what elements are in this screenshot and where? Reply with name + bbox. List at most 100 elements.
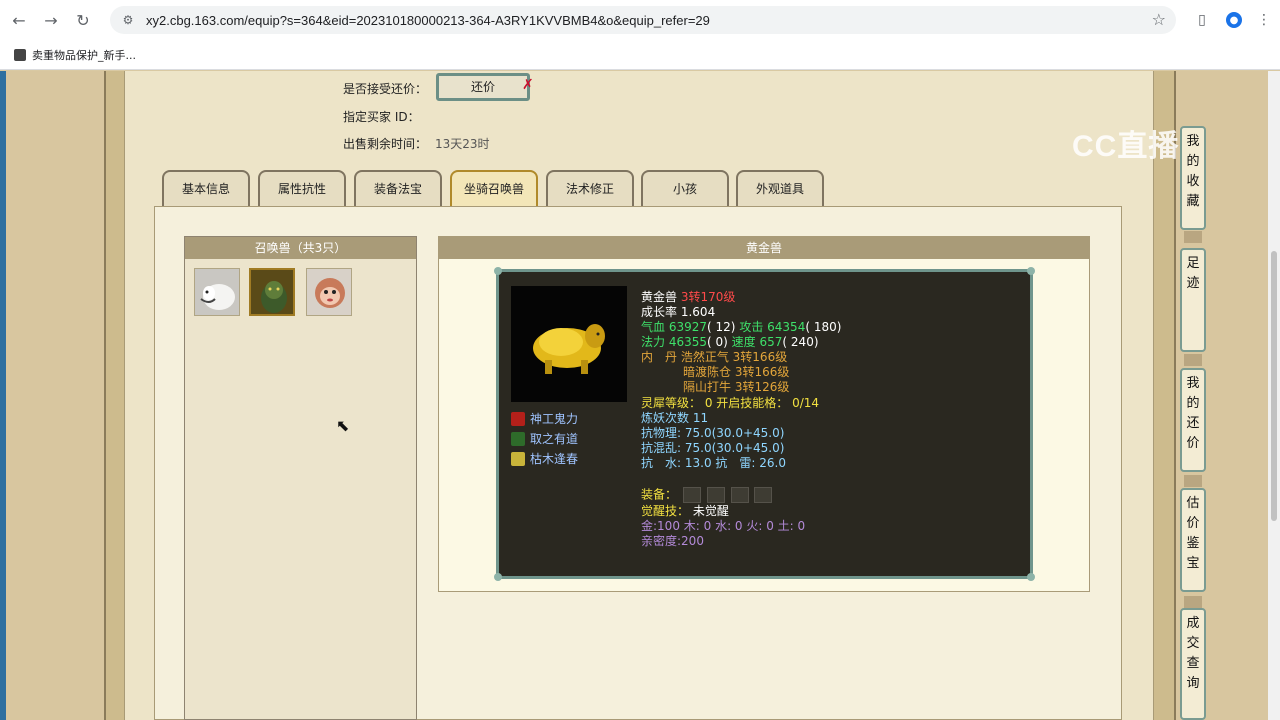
tab-mounts-pets[interactable]: 坐骑召唤兽 xyxy=(450,170,538,206)
hp-atk-line: 气血 63927( 12) 攻击 64354( 180) xyxy=(641,320,841,335)
mp-value: 46355 xyxy=(668,335,708,349)
equipment-slot[interactable] xyxy=(730,487,749,503)
forward-icon[interactable]: → xyxy=(38,7,64,33)
side-nav-favorites[interactable]: 我的收藏 xyxy=(1180,126,1206,230)
menu-icon[interactable]: ⋮ xyxy=(1252,8,1276,32)
url-text[interactable]: xy2.cbg.163.com/equip?s=364&eid=20231018… xyxy=(146,13,710,28)
inner-dan-line: 内 丹 浩然正气 3转166级 xyxy=(641,350,787,365)
skill-name: 取之有道 xyxy=(530,432,579,446)
side-nav-spacer xyxy=(1184,596,1202,608)
tab-equipment[interactable]: 装备法宝 xyxy=(354,170,442,206)
skill-name: 神工鬼力 xyxy=(530,412,579,426)
atk-extra: ( 180) xyxy=(805,320,842,334)
spd-extra: ( 240) xyxy=(782,335,819,349)
page-left-border xyxy=(0,71,6,720)
tab-attributes[interactable]: 属性抗性 xyxy=(258,170,346,206)
awaken-value: 未觉醒 xyxy=(692,504,729,518)
bookmark-item[interactable]: 卖重物品保护_新手... xyxy=(14,47,136,63)
hp-label: 气血 xyxy=(641,320,666,334)
pet-skill[interactable]: 取之有道 xyxy=(511,430,578,447)
intimacy-line: 亲密度:200 xyxy=(641,534,704,548)
growth-label: 成长率 xyxy=(641,305,678,319)
side-nav-spacer xyxy=(1184,354,1202,366)
corner-ornament xyxy=(1027,573,1035,581)
pet-portrait xyxy=(511,286,627,402)
equipment-line: 装备： xyxy=(641,487,773,503)
equipment-slot[interactable] xyxy=(706,487,725,503)
resist-chaos-line: 抗混乱: 75.0(30.0+45.0) xyxy=(641,441,785,455)
corner-ornament xyxy=(1027,267,1035,275)
stream-watermark: CC直播 xyxy=(1072,130,1180,163)
pet-name: 黄金兽 xyxy=(641,290,678,304)
tab-basic-info[interactable]: 基本信息 xyxy=(162,170,250,206)
time-left-label: 出售剩余时间： xyxy=(343,137,428,151)
growth-value: 1.604 xyxy=(680,305,716,319)
pet-stat-panel: 神工鬼力 取之有道 枯木逢春 黄金兽 3转170级 成长率 1.604 气血 6… xyxy=(494,267,1035,581)
bookmarks-bar: 卖重物品保护_新手... xyxy=(0,40,1280,70)
profile-icon[interactable]: ● xyxy=(1222,8,1246,32)
inner-dan-1: 浩然正气 3转166级 xyxy=(680,350,788,364)
pet-skill[interactable]: 枯木逢春 xyxy=(511,450,578,467)
inner-dan-2: 暗渡陈仓 3转166级 xyxy=(683,365,790,379)
hp-value: 63927 xyxy=(668,320,708,334)
back-icon[interactable]: ← xyxy=(6,7,32,33)
mp-extra: ( 0) xyxy=(707,335,728,349)
atk-label: 攻击 xyxy=(739,320,764,334)
spirit-level-line: 灵犀等级： 0 开启技能格： 0/14 xyxy=(641,396,820,410)
page-body: 是否接受还价： 还价 ✗ 指定买家 ID： 出售剩余时间： 13天23时 基本信… xyxy=(0,71,1280,720)
tab-children[interactable]: 小孩 xyxy=(641,170,729,206)
inner-dan-label: 内 丹 xyxy=(641,350,678,364)
pet-skill[interactable]: 神工鬼力 xyxy=(511,410,578,427)
strength-skill-icon xyxy=(511,411,525,426)
bookmark-label[interactable]: 卖重物品保护_新手... xyxy=(32,47,136,63)
side-nav-spacer xyxy=(1184,231,1202,243)
corner-ornament xyxy=(494,267,502,275)
hp-extra: ( 12) xyxy=(707,320,736,334)
side-nav-my-offers[interactable]: 我的还价 xyxy=(1180,368,1206,472)
scrollbar-thumb[interactable] xyxy=(1271,251,1277,521)
side-nav-history[interactable]: 足迹 xyxy=(1180,248,1206,352)
address-bar[interactable]: ⚙ xy2.cbg.163.com/equip?s=364&eid=202310… xyxy=(110,6,1176,34)
page-scrollbar[interactable] xyxy=(1268,71,1280,720)
side-nav-deal-lookup[interactable]: 成交查询 xyxy=(1180,608,1206,720)
side-nav-appraisal[interactable]: 估价鉴宝 xyxy=(1180,488,1206,592)
counter-offer-button[interactable]: 还价 xyxy=(436,73,530,101)
pet-detail-header: 黄金兽 xyxy=(439,237,1089,259)
resist-elements-line: 抗 水: 13.0 抗 雷: 26.0 xyxy=(641,456,786,470)
spd-label: 速度 xyxy=(731,335,756,349)
reload-icon[interactable]: ↻ xyxy=(70,7,96,33)
tab-appearance[interactable]: 外观道具 xyxy=(736,170,824,206)
wealth-skill-icon xyxy=(511,431,525,446)
side-panel-icon[interactable]: ▯ xyxy=(1190,8,1214,32)
mp-spd-line: 法力 46355( 0) 速度 657( 240) xyxy=(641,335,819,350)
pet-thumb-monkey[interactable] xyxy=(306,268,352,316)
corner-ornament xyxy=(494,573,502,581)
accept-counter-label: 是否接受还价： xyxy=(343,82,428,96)
elements-line: 金:100 木: 0 水: 0 火: 0 土: 0 xyxy=(641,519,806,533)
growth-line: 成长率 1.604 xyxy=(641,305,715,320)
refine-count-line: 炼妖次数 11 xyxy=(641,411,709,425)
awaken-label: 觉醒技： xyxy=(641,504,690,518)
mouse-cursor-icon: ⬉ xyxy=(336,416,350,435)
equipment-slot[interactable] xyxy=(754,487,773,503)
equipment-slot[interactable] xyxy=(682,487,701,503)
bookmark-favicon-icon xyxy=(14,48,26,61)
pet-name-line: 黄金兽 3转170级 xyxy=(641,290,735,305)
browser-toolbar: ← → ↻ ⚙ xy2.cbg.163.com/equip?s=364&eid=… xyxy=(0,0,1280,40)
tab-spell-mods[interactable]: 法术修正 xyxy=(546,170,634,206)
pet-thumb-gold-beast[interactable] xyxy=(249,268,295,316)
atk-value: 64354 xyxy=(767,320,806,334)
pet-level: 3转170级 xyxy=(680,290,736,304)
revive-skill-icon xyxy=(511,451,525,466)
inner-dan-3: 隔山打牛 3转126级 xyxy=(683,380,790,394)
bookmark-star-icon[interactable]: ☆ xyxy=(1152,10,1166,29)
side-nav-spacer xyxy=(1184,475,1202,487)
site-info-icon[interactable]: ⚙ xyxy=(116,13,140,27)
close-icon: ✗ xyxy=(522,77,534,93)
equipment-label: 装备： xyxy=(641,487,678,502)
awaken-line: 觉醒技： 未觉醒 xyxy=(641,504,729,519)
time-left-value: 13天23时 xyxy=(435,137,490,151)
pet-thumb-white-beast[interactable] xyxy=(194,268,240,316)
resist-physical-line: 抗物理: 75.0(30.0+45.0) xyxy=(641,426,785,440)
buyer-id-label: 指定买家 ID： xyxy=(343,110,420,124)
